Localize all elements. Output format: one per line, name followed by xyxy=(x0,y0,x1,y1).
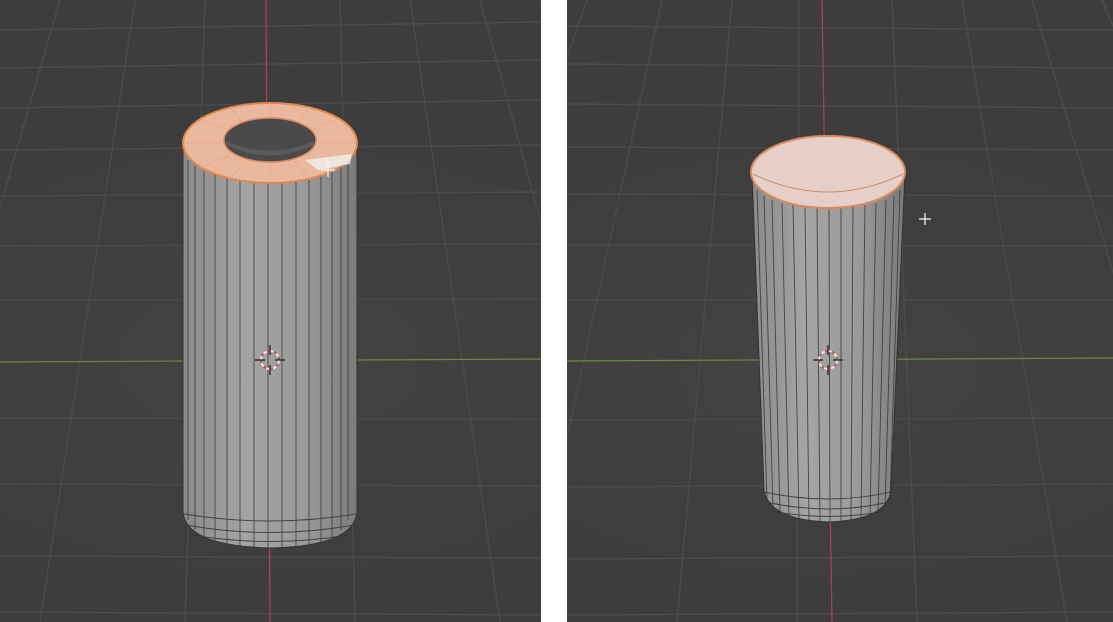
cylinder-body[interactable] xyxy=(182,134,358,549)
cylinder-mesh[interactable] xyxy=(750,135,906,523)
comparison-stage xyxy=(0,0,1113,622)
viewport-right[interactable] xyxy=(567,0,1113,622)
viewport-left-canvas[interactable] xyxy=(0,0,541,622)
viewport-right-canvas[interactable] xyxy=(567,0,1113,622)
top-face-selected[interactable] xyxy=(750,135,906,209)
viewport-left[interactable] xyxy=(0,0,541,622)
